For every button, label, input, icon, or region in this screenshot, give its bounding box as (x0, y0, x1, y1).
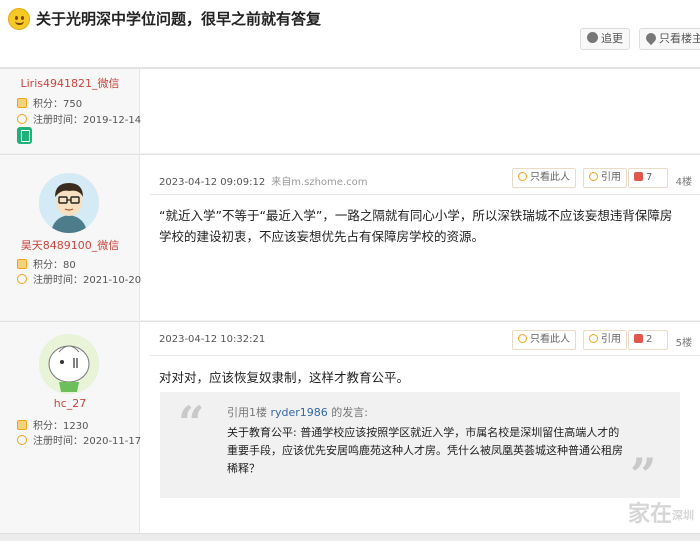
user-reg-date: 注册时间：2020-11-17 (17, 432, 141, 447)
avatar-image (39, 173, 99, 233)
post-meta: 2023-04-12 09:09:12 来自m.szhome.com (159, 173, 367, 188)
thumb-up-icon (634, 334, 643, 343)
avatar[interactable] (39, 334, 99, 394)
post-3: Liris4941821_微信 积分：750 注册时间：2019-12-14 (0, 68, 700, 153)
post-time: 2023-04-12 10:32:21 (159, 334, 266, 345)
post-meta: 2023-04-12 10:32:21 (159, 334, 265, 345)
site-watermark: 家在深圳 (627, 502, 694, 527)
quote-header: 引用1楼 ryder1986 的发言: (227, 406, 369, 419)
user-panel: Liris4941821_微信 积分：750 注册时间：2019-12-14 (0, 69, 141, 153)
only-this-user-button[interactable]: 只看此人 (512, 330, 576, 350)
username[interactable]: hc_27 (0, 397, 140, 410)
smiley-icon (8, 8, 30, 30)
clock-icon (17, 435, 27, 445)
bottom-bar (0, 533, 700, 541)
thread-header: 关于光明深中学位问题，很早之前就有答复 追更 只看楼主 (0, 0, 700, 68)
drop-icon (643, 30, 659, 46)
username[interactable]: Liris4941821_微信 (0, 75, 140, 91)
coin-icon (17, 98, 27, 108)
post-4: 昊天8489100_微信 积分：80 注册时间：2021-10-20 2023-… (0, 154, 700, 320)
avatar-image (39, 334, 99, 394)
thread-title: 关于光明深中学位问题，很早之前就有答复 (36, 10, 322, 28)
only-op-button[interactable]: 只看楼主 (639, 28, 700, 50)
only-this-user-button[interactable]: 只看此人 (512, 168, 576, 188)
user-icon (518, 172, 527, 181)
divider (150, 194, 700, 195)
user-reg-date: 注册时间：2019-12-14 (17, 111, 141, 126)
quoted-user-link[interactable]: ryder1986 (271, 406, 328, 419)
post-content: 对对对，应该恢复奴隶制，这样才教育公平。 (159, 370, 410, 385)
quoted-reply: “ 引用1楼 ryder1986 的发言: 关于教育公平: 普通学校应该按照学区… (160, 392, 680, 498)
thumb-up-icon (634, 172, 643, 181)
floor-number: 5楼 (675, 338, 692, 349)
coin-icon (17, 420, 27, 430)
open-quote-icon: “ (178, 396, 205, 450)
floor-number: 4楼 (675, 177, 692, 188)
follow-icon (587, 32, 598, 43)
username[interactable]: 昊天8489100_微信 (0, 237, 140, 253)
clock-icon (17, 274, 27, 284)
avatar[interactable] (39, 173, 99, 233)
user-points: 积分：80 (17, 256, 76, 271)
close-quote-icon: ” (630, 448, 657, 502)
like-button[interactable]: 7 (628, 168, 668, 188)
user-icon (518, 334, 527, 343)
user-panel: 昊天8489100_微信 积分：80 注册时间：2021-10-20 (0, 155, 141, 320)
post-time: 2023-04-12 09:09:12 (159, 177, 266, 188)
user-panel: hc_27 积分：1230 注册时间：2020-11-17 (0, 322, 141, 533)
quote-icon (589, 334, 598, 343)
coin-icon (17, 259, 27, 269)
only-op-label: 只看楼主 (659, 32, 700, 45)
divider (150, 355, 700, 356)
follow-label: 追更 (601, 32, 623, 45)
user-points: 积分：750 (17, 95, 82, 110)
quote-button[interactable]: 引用 (583, 168, 627, 188)
mobile-icon (17, 127, 32, 144)
quote-icon (589, 172, 598, 181)
user-points: 积分：1230 (17, 417, 88, 432)
clock-icon (17, 114, 27, 124)
user-reg-date: 注册时间：2021-10-20 (17, 271, 141, 286)
follow-button[interactable]: 追更 (580, 28, 630, 50)
post-content: “就近入学”不等于“最近入学”，一路之隔就有同心小学，所以深铁瑞城不应该妄想违背… (159, 208, 673, 244)
like-button[interactable]: 2 (628, 330, 668, 350)
quote-text: 关于教育公平: 普通学校应该按照学区就近入学，市属名校是深圳留住高端人才的重要手… (227, 426, 623, 475)
quote-button[interactable]: 引用 (583, 330, 627, 350)
post-source[interactable]: 来自m.szhome.com (271, 177, 367, 188)
